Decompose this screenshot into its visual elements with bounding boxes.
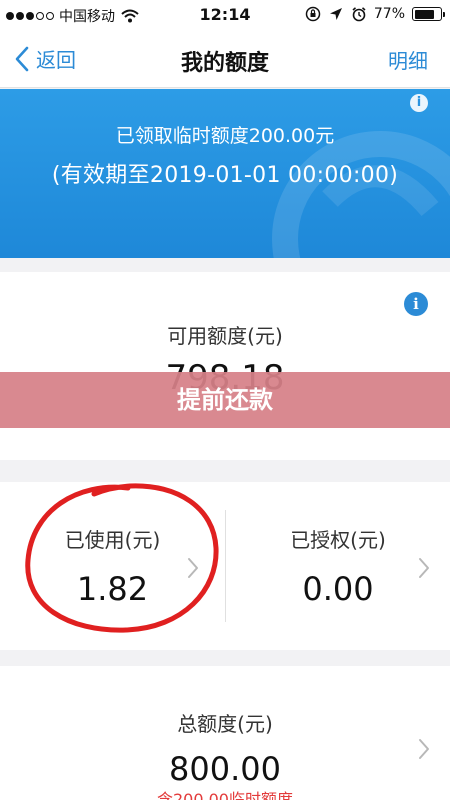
location-icon [329, 8, 342, 20]
chevron-right-icon [419, 739, 429, 759]
back-label: 返回 [36, 48, 76, 72]
early-repayment-button[interactable]: 提前还款 [0, 372, 450, 428]
detail-button[interactable]: 明细 [388, 45, 428, 74]
available-quota-label: 可用额度(元) [167, 324, 283, 348]
battery-icon [412, 7, 445, 21]
authorized-label: 已授权(元) [290, 528, 386, 552]
available-quota-card: i 可用额度(元) 798.18 [0, 272, 450, 460]
validity-text: (有效期至2019-01-01 00:00:00) [51, 163, 399, 188]
total-quota-value: 800.00 [169, 750, 281, 788]
banner-info-icon[interactable]: i [410, 94, 428, 112]
temporary-quota-text: 已领取临时额度200.00元 [115, 125, 335, 147]
temporary-quota-banner: i 已领取临时额度200.00元 (有效期至2019-01-01 00:00:0… [0, 89, 450, 258]
status-bar: 中国移动 12:14 77% [0, 0, 450, 32]
temporary-quota-note: 含200.00临时额度 [157, 790, 293, 800]
info-icon[interactable]: i [404, 292, 428, 316]
chevron-left-icon [15, 46, 29, 71]
authorized-value: 0.00 [302, 570, 374, 608]
orientation-lock-icon [305, 6, 321, 22]
alarm-icon [352, 7, 366, 22]
usage-stats-card: 已使用(元) 1.82 已授权(元) 0.00 [0, 482, 450, 650]
battery-percent: 77% [373, 6, 405, 22]
total-quota-label: 总额度(元) [177, 712, 273, 736]
total-quota-card[interactable]: 总额度(元) 800.00 含200.00临时额度 [0, 666, 450, 800]
back-button[interactable]: 返回 [14, 44, 76, 73]
decorative-logo-watermark [272, 131, 450, 258]
status-right: 77% [305, 6, 445, 22]
battery-fill [414, 9, 434, 19]
chevron-right-icon [419, 558, 429, 578]
authorized-amount-item[interactable]: 已授权(元) 0.00 [226, 482, 450, 650]
used-amount-item[interactable]: 已使用(元) 1.82 [0, 482, 225, 650]
chevron-right-icon [188, 558, 198, 578]
nav-bar: 返回 我的额度 明细 [0, 32, 450, 88]
used-label: 已使用(元) [64, 528, 161, 552]
